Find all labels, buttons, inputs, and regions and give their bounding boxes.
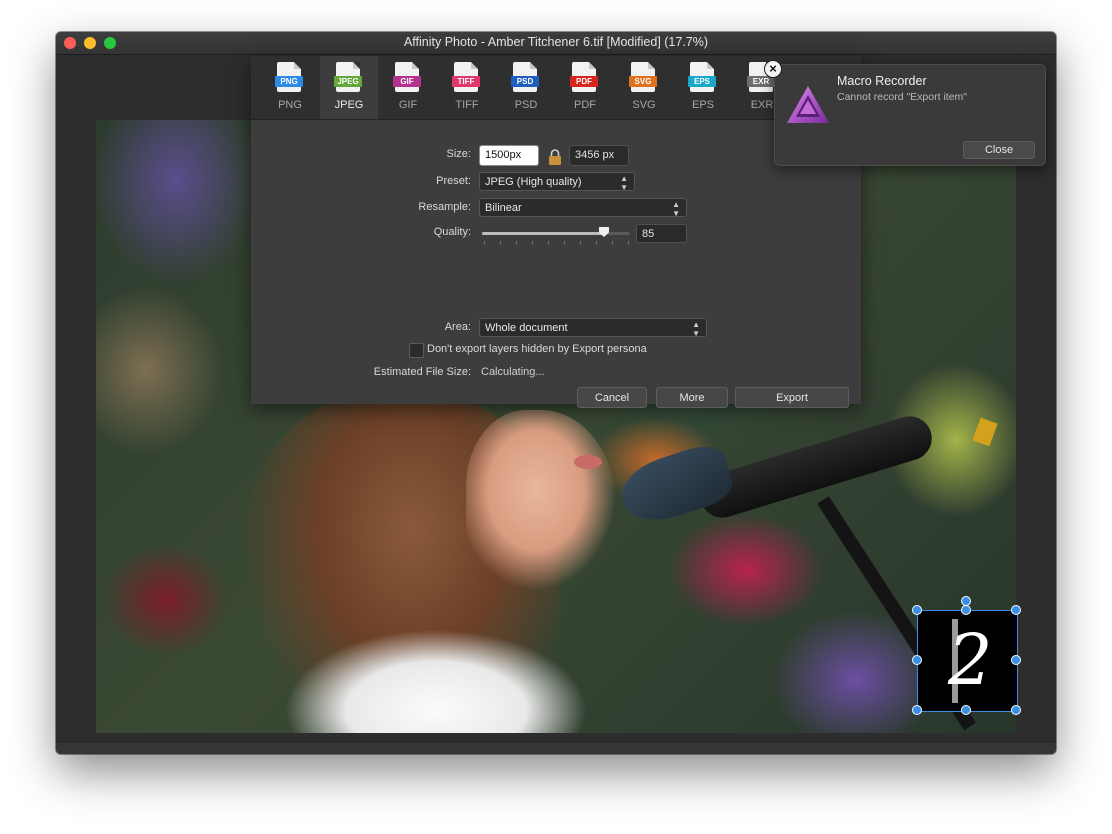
affinity-photo-logo-icon <box>787 86 829 123</box>
resize-handle-bottom-right[interactable] <box>1011 705 1021 715</box>
format-tag: SVG <box>629 76 657 87</box>
resize-handle-top-left[interactable] <box>912 605 922 615</box>
format-tab-svg[interactable]: SVG SVG <box>615 56 673 119</box>
format-label: GIF <box>398 99 418 111</box>
chevron-updown-icon: ▲ ▼ <box>620 174 628 192</box>
format-tab-gif[interactable]: GIF GIF <box>379 56 437 119</box>
notification-close-button[interactable]: Close <box>963 141 1035 159</box>
preset-label: Preset: <box>436 175 471 187</box>
more-button[interactable]: More <box>656 387 728 408</box>
quality-slider-thumb[interactable] <box>599 227 609 237</box>
quality-slider-fill <box>482 232 604 235</box>
status-bar <box>56 741 1056 754</box>
quality-field[interactable]: 85 <box>636 224 687 243</box>
resize-handle-bottom[interactable] <box>961 705 971 715</box>
lock-icon[interactable] <box>546 148 564 166</box>
area-label: Area: <box>444 321 471 333</box>
format-label: PNG <box>278 99 302 111</box>
format-tag: PNG <box>275 76 303 87</box>
quality-slider-ticks <box>482 241 630 245</box>
resize-handle-right[interactable] <box>1011 655 1021 665</box>
resample-value: Bilinear <box>485 202 522 214</box>
hidden-layers-checkbox[interactable] <box>409 343 424 358</box>
export-button[interactable]: Export <box>735 387 849 408</box>
cancel-button[interactable]: Cancel <box>577 387 647 408</box>
resize-handle-top-right[interactable] <box>1011 605 1021 615</box>
resample-select[interactable]: Bilinear ▲ ▼ <box>479 198 687 218</box>
window-title: Affinity Photo - Amber Titchener 6.tif [… <box>403 35 709 49</box>
format-tag: PDF <box>570 76 598 87</box>
photo-lips <box>574 455 602 469</box>
preset-select[interactable]: JPEG (High quality) ▲ ▼ <box>479 172 635 192</box>
height-field[interactable]: 3456 px <box>569 145 629 166</box>
title-bar: Affinity Photo - Amber Titchener 6.tif [… <box>56 32 1056 55</box>
chevron-updown-icon: ▲ ▼ <box>672 200 680 218</box>
photo-face <box>466 410 616 600</box>
format-tag: GIF <box>393 76 421 87</box>
quality-label: Quality: <box>433 226 471 238</box>
photo-dress <box>286 630 586 733</box>
resize-handle-bottom-left[interactable] <box>912 705 922 715</box>
macro-recorder-notification: Macro Recorder Cannot record "Export ite… <box>774 64 1046 166</box>
format-label: PSD <box>514 99 538 111</box>
format-label: EPS <box>691 99 714 111</box>
preset-value: JPEG (High quality) <box>485 176 582 188</box>
format-tag: TIFF <box>452 76 480 87</box>
export-dialog: PNG PNG JPEG JPEG GIF GIF TIFF TIFF PSD PSD PDF PDF… <box>251 56 861 408</box>
hidden-layers-label: Don't export layers hidden by Export per… <box>427 343 647 355</box>
photo-mic-clip <box>972 417 998 447</box>
notification-dismiss-icon[interactable]: × <box>764 60 782 78</box>
format-tab-tiff[interactable]: TIFF TIFF <box>438 56 496 119</box>
width-field[interactable]: 1500px <box>479 145 539 166</box>
format-tab-eps[interactable]: EPS EPS <box>674 56 732 119</box>
photo-mic-body <box>694 410 938 524</box>
format-tab-pdf[interactable]: PDF PDF <box>556 56 614 119</box>
notification-message: Cannot record "Export item" <box>837 91 968 103</box>
size-label: Size: <box>446 148 471 160</box>
resize-handle-left[interactable] <box>912 655 922 665</box>
format-tab-jpeg[interactable]: JPEG JPEG <box>320 56 378 119</box>
notification-title: Macro Recorder <box>837 74 927 88</box>
format-label: TIFF <box>455 99 479 111</box>
format-label: JPEG <box>334 99 364 111</box>
watermark-signature: 2 <box>948 619 993 701</box>
resample-label: Resample: <box>418 201 471 213</box>
format-tag: JPEG <box>334 76 362 87</box>
format-tab-psd[interactable]: PSD PSD <box>497 56 555 119</box>
file-size-label: Estimated File Size: <box>373 366 471 378</box>
selected-watermark-object[interactable]: 2 <box>917 610 1018 712</box>
format-tab-png[interactable]: PNG PNG <box>261 56 319 119</box>
area-select[interactable]: Whole document ▲ ▼ <box>479 318 707 338</box>
chevron-updown-icon: ▲ ▼ <box>692 320 700 338</box>
format-label: PDF <box>574 99 596 111</box>
format-tag: PSD <box>511 76 539 87</box>
quality-slider[interactable] <box>482 227 630 237</box>
resize-handle-top[interactable] <box>961 605 971 615</box>
file-size-value: Calculating... <box>481 366 545 378</box>
format-label: SVG <box>632 99 656 111</box>
format-tag: EPS <box>688 76 716 87</box>
area-value: Whole document <box>485 322 568 334</box>
